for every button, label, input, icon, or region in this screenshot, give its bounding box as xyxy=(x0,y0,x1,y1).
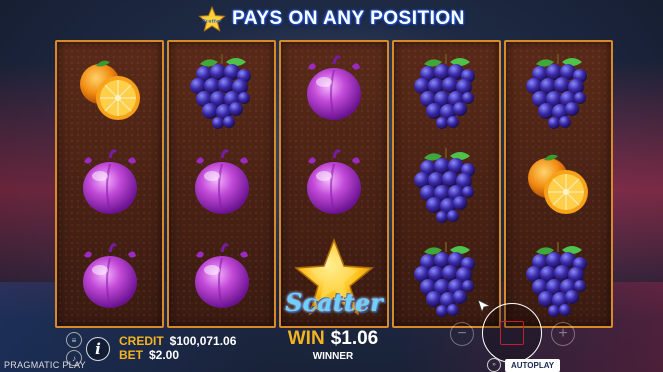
bottom-panel: ≡ ♪ i CREDIT $100,071.06 BET $2.00 WIN $1.0… xyxy=(0,299,663,372)
credit-label: CREDIT xyxy=(119,334,164,348)
win-label: WIN xyxy=(287,328,325,349)
plum-icon xyxy=(70,144,150,224)
grapes-symbol xyxy=(506,44,611,136)
bet-increase-button[interactable]: + xyxy=(551,322,575,346)
orange-symbol xyxy=(506,138,611,230)
reel-4 xyxy=(391,40,501,328)
bet-label: BET xyxy=(119,348,143,362)
plum-icon xyxy=(182,238,262,318)
plum-symbol xyxy=(169,232,274,324)
header-title: PAYS ON ANY POSITION xyxy=(232,8,465,29)
brand-logo: PRAGMATIC PLAY xyxy=(4,360,86,370)
spin-button[interactable] xyxy=(482,303,542,363)
header-banner: Scatter PAYS ON ANY POSITION xyxy=(0,4,663,34)
info-button[interactable]: i xyxy=(86,337,110,361)
grapes-icon xyxy=(182,50,262,130)
bet-display: BET $2.00 xyxy=(119,348,179,362)
info-icon: i xyxy=(95,340,101,358)
grapes-icon xyxy=(406,50,486,130)
win-display: WIN $1.06 WINNER xyxy=(278,328,388,362)
menu-icon[interactable]: ≡ xyxy=(66,332,82,348)
grapes-icon xyxy=(518,50,598,130)
credit-display: CREDIT $100,071.06 xyxy=(119,334,236,348)
winner-label: WINNER xyxy=(312,351,354,362)
bet-decrease-button[interactable]: − xyxy=(450,322,474,346)
grapes-symbol xyxy=(394,138,499,230)
svg-text:Scatter: Scatter xyxy=(202,18,222,24)
plum-symbol xyxy=(169,138,274,230)
orange-symbol xyxy=(57,44,162,136)
star-icon: Scatter xyxy=(198,6,226,32)
reel-5 xyxy=(503,40,614,328)
plum-symbol xyxy=(281,44,386,136)
grapes-symbol xyxy=(169,44,274,136)
plum-icon xyxy=(70,238,150,318)
grapes-icon xyxy=(518,238,598,318)
stop-icon xyxy=(500,321,524,345)
turbo-icon: » xyxy=(492,362,496,368)
plum-symbol xyxy=(281,138,386,230)
orange-icon xyxy=(518,144,598,224)
plum-icon xyxy=(182,144,262,224)
win-value: $1.06 xyxy=(330,328,379,349)
plum-icon xyxy=(294,50,374,130)
minus-icon: − xyxy=(457,325,467,342)
orange-icon xyxy=(70,50,150,130)
autoplay-button[interactable]: AUTOPLAY xyxy=(505,358,561,372)
credit-value: $100,071.06 xyxy=(169,334,237,348)
turbo-button[interactable]: » xyxy=(487,358,501,372)
scatter-label: Scatter xyxy=(285,288,383,317)
reel-1 xyxy=(55,40,165,328)
grapes-icon xyxy=(406,238,486,318)
plum-symbol xyxy=(57,138,162,230)
grapes-icon xyxy=(406,144,486,224)
bet-value: $2.00 xyxy=(149,348,180,362)
plus-icon: + xyxy=(558,325,568,342)
plum-symbol xyxy=(57,232,162,324)
reel-3: Scatter xyxy=(279,40,389,328)
autoplay-row: » AUTOPLAY xyxy=(487,358,561,372)
grapes-symbol xyxy=(394,44,499,136)
reel-2 xyxy=(167,40,277,328)
reel-grid: Scatter xyxy=(55,40,614,328)
plum-icon xyxy=(294,144,374,224)
